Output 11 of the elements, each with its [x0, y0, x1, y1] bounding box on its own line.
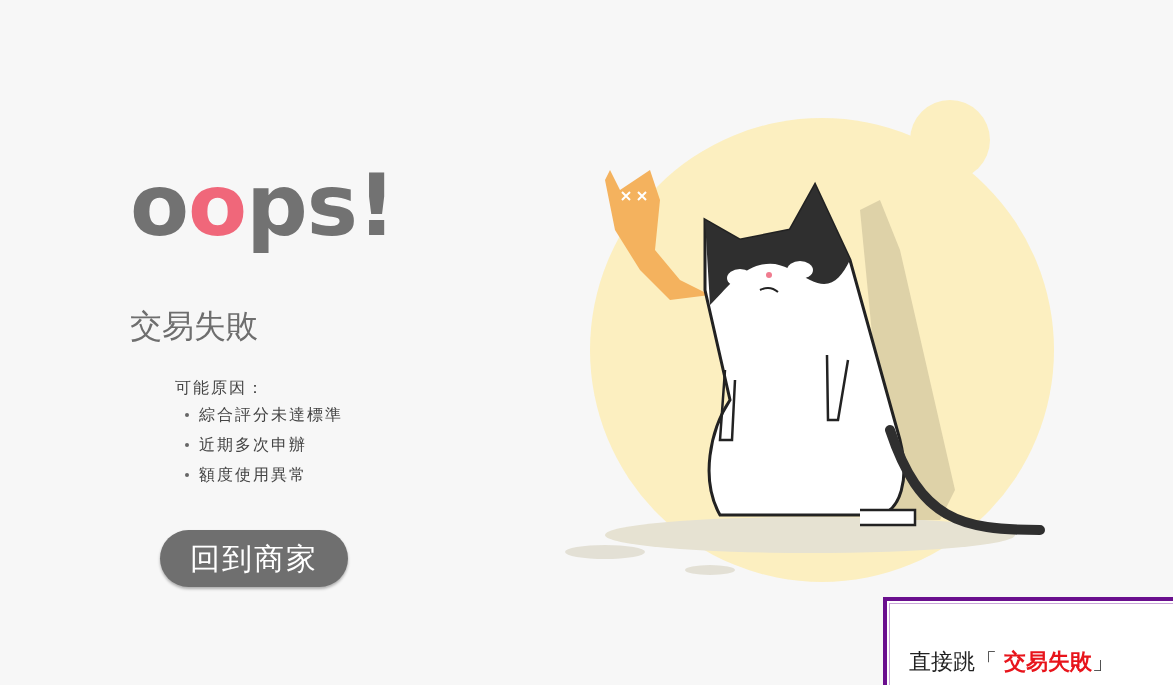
bullet-icon: [185, 442, 189, 447]
reasons-label: 可能原因：: [175, 376, 265, 399]
oops-heading: oops!: [130, 154, 396, 257]
reason-item: 綜合評分未達標準: [199, 403, 343, 426]
reason-item: 額度使用異常: [199, 463, 307, 486]
reason-item: 近期多次申辦: [199, 433, 307, 456]
annotation-note: 直接跳「 交易失敗」: [883, 597, 1173, 685]
bullet-icon: [185, 412, 189, 417]
bullet-icon: [185, 472, 189, 477]
back-to-merchant-button[interactable]: 回到商家: [160, 529, 348, 587]
error-title: 交易失敗: [130, 305, 259, 347]
